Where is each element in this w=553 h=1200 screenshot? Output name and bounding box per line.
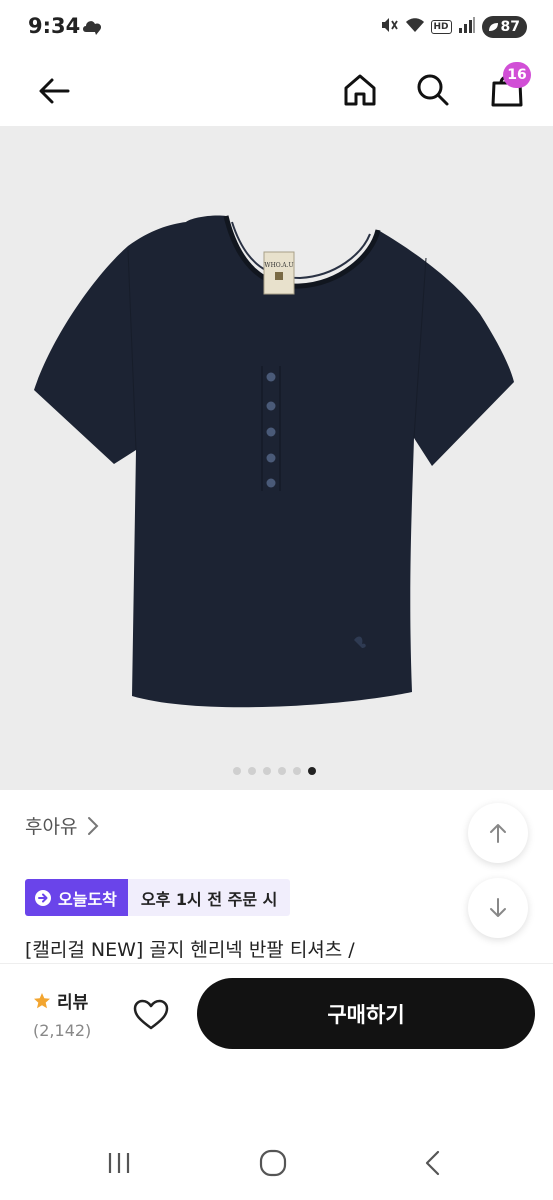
heart-icon [133, 999, 169, 1030]
review-label: 리뷰 [57, 993, 89, 1013]
delivery-badge-label: 오늘도착 [58, 889, 117, 909]
carousel-dot[interactable] [308, 767, 316, 775]
recent-apps-icon [108, 1153, 130, 1173]
mute-icon [379, 15, 399, 39]
delivery-condition: 오후 1시 전 주문 시 [127, 879, 291, 916]
back-arrow-icon [39, 78, 70, 104]
system-back-button[interactable] [418, 1148, 448, 1182]
system-home-button[interactable] [258, 1148, 288, 1182]
wifi-icon [405, 16, 425, 38]
product-title: [캘리걸 NEW] 골지 헨리넥 반팔 티셔츠 / [25, 939, 355, 961]
arrow-down-icon [490, 898, 506, 917]
wishlist-button[interactable] [130, 994, 172, 1036]
search-button[interactable] [412, 69, 454, 111]
home-button[interactable] [339, 69, 381, 111]
brand-name: 후아유 [25, 816, 78, 838]
status-time: 9:34 [28, 14, 81, 38]
chevron-left-icon [425, 1150, 440, 1176]
navy-henley-tshirt-image: WHO.A.U [34, 215, 514, 708]
recent-apps-button[interactable] [104, 1148, 134, 1182]
cart-count-badge: 16 [503, 62, 531, 88]
review-summary[interactable]: 리뷰 (2,142) [33, 988, 91, 1040]
status-bar: 9:34 HD 87 [0, 0, 553, 56]
home-circle-icon [259, 1149, 287, 1177]
neck-label-text: WHO.A.U [264, 262, 293, 269]
arrow-circle-icon [35, 889, 51, 906]
system-nav-bar [0, 1128, 553, 1200]
back-button[interactable] [34, 70, 76, 112]
carousel-dot[interactable] [293, 767, 301, 775]
carousel-dot[interactable] [233, 767, 241, 775]
battery-level: 87 [500, 19, 520, 35]
today-delivery-badge: 오늘도착 [25, 879, 128, 916]
delivery-chip: 오늘도착 오후 1시 전 주문 시 [25, 879, 291, 916]
carousel-dot[interactable] [263, 767, 271, 775]
chevron-right-icon [88, 816, 99, 835]
product-image-carousel[interactable]: WHO.A.U [0, 126, 553, 790]
status-icons: HD 87 [379, 15, 527, 39]
battery-indicator: 87 [481, 16, 527, 38]
hd-badge: HD [430, 20, 452, 34]
star-icon [34, 992, 50, 1008]
home-icon [344, 74, 376, 106]
signal-icon [458, 16, 476, 38]
scroll-down-button[interactable] [468, 878, 528, 938]
bottom-action-bar: 리뷰 (2,142) 구매하기 [0, 963, 553, 1064]
leaf-icon [488, 23, 498, 31]
carousel-dot[interactable] [278, 767, 286, 775]
review-count: (2,142) [33, 1021, 92, 1040]
cloud-icon [82, 17, 104, 41]
buy-button[interactable]: 구매하기 [197, 978, 535, 1049]
brand-link[interactable]: 후아유 [25, 812, 99, 839]
arrow-up-icon [490, 824, 506, 843]
carousel-indicator [233, 767, 316, 775]
app-bar [0, 56, 553, 126]
search-icon [417, 74, 449, 106]
carousel-dot[interactable] [248, 767, 256, 775]
scroll-up-button[interactable] [468, 803, 528, 863]
